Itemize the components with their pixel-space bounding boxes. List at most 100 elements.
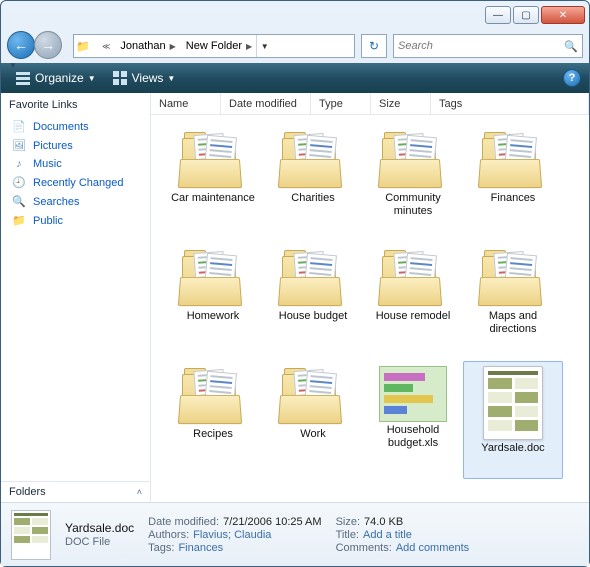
- details-authors[interactable]: Flavius; Claudia: [193, 529, 271, 541]
- nav-row: ← → ▼ 📁 ≪ Jonathan▶ New Folder▶ ▼ ↻ Sear…: [1, 29, 589, 63]
- sidebar-item-documents[interactable]: 📄Documents: [1, 117, 150, 136]
- chevron-up-icon: ˄: [137, 487, 142, 497]
- folder-icon: [179, 248, 247, 308]
- details-thumbnail: [11, 510, 51, 560]
- details-comments[interactable]: Add comments: [396, 542, 469, 554]
- doc-icon: [483, 366, 543, 440]
- folder-icon: [479, 130, 547, 190]
- col-date[interactable]: Date modified: [221, 93, 311, 114]
- body: Favorite Links 📄Documents 🖼Pictures ♪Mus…: [1, 93, 589, 502]
- titlebar: — ▢ ✕: [1, 1, 589, 29]
- xls-icon: [379, 366, 447, 422]
- sidebar-item-recent[interactable]: 🕘Recently Changed: [1, 173, 150, 192]
- file-name: House remodel: [376, 310, 451, 323]
- file-name: Homework: [187, 310, 240, 323]
- minimize-button[interactable]: —: [485, 6, 511, 24]
- folder-icon: [379, 130, 447, 190]
- col-tags[interactable]: Tags: [431, 93, 589, 114]
- folders-toggle[interactable]: Folders ˄: [1, 481, 150, 502]
- details-tags[interactable]: Finances: [178, 542, 223, 554]
- public-icon: 📁: [11, 214, 27, 227]
- sidebar-item-searches[interactable]: 🔍Searches: [1, 192, 150, 211]
- nav-buttons: ← → ▼: [7, 31, 67, 61]
- organize-icon: [15, 70, 31, 86]
- sidebar-item-public[interactable]: 📁Public: [1, 211, 150, 230]
- forward-button[interactable]: →: [34, 31, 62, 59]
- search-placeholder: Search: [398, 40, 433, 52]
- views-button[interactable]: Views▼: [106, 68, 182, 88]
- search-icon: 🔍: [564, 40, 578, 53]
- folder-icon: [179, 366, 247, 426]
- file-name: Community minutes: [368, 192, 458, 217]
- file-name: Car maintenance: [171, 192, 255, 205]
- breadcrumb-new-folder[interactable]: New Folder▶: [180, 35, 256, 57]
- recent-icon: 🕘: [11, 176, 27, 189]
- file-name: Maps and directions: [468, 310, 558, 335]
- details-col-2: Size:74.0 KB Title:Add a title Comments:…: [336, 516, 470, 554]
- details-size: 74.0 KB: [364, 516, 403, 528]
- close-button[interactable]: ✕: [541, 6, 585, 24]
- details-filename: Yardsale.doc: [65, 521, 134, 535]
- main-panel: Name Date modified Type Size Tags Car ma…: [151, 93, 589, 502]
- file-item[interactable]: House budget: [263, 243, 363, 361]
- organize-button[interactable]: Organize▼: [9, 68, 102, 88]
- details-pane: Yardsale.doc DOC File Date modified:7/21…: [1, 502, 589, 566]
- file-item[interactable]: House remodel: [363, 243, 463, 361]
- file-name: Yardsale.doc: [481, 442, 544, 455]
- file-item[interactable]: Work: [263, 361, 363, 479]
- file-grid[interactable]: Car maintenance Charities Community minute…: [151, 115, 589, 502]
- folder-icon: 📁: [74, 40, 92, 53]
- toolbar: Organize▼ Views▼ ?: [1, 63, 589, 93]
- details-title[interactable]: Add a title: [363, 529, 412, 541]
- file-name: Finances: [491, 192, 536, 205]
- sidebar-item-music[interactable]: ♪Music: [1, 155, 150, 173]
- sidebar-items: 📄Documents 🖼Pictures ♪Music 🕘Recently Ch…: [1, 115, 150, 232]
- search-box[interactable]: Search 🔍: [393, 34, 583, 58]
- searches-icon: 🔍: [11, 195, 27, 208]
- col-name[interactable]: Name: [151, 93, 221, 114]
- folder-icon: [279, 130, 347, 190]
- file-item[interactable]: Homework: [163, 243, 263, 361]
- folder-icon: [479, 248, 547, 308]
- file-item[interactable]: Community minutes: [363, 125, 463, 243]
- col-size[interactable]: Size: [371, 93, 431, 114]
- address-bar[interactable]: 📁 ≪ Jonathan▶ New Folder▶ ▼: [73, 34, 355, 58]
- file-name: House budget: [279, 310, 348, 323]
- maximize-button[interactable]: ▢: [513, 6, 539, 24]
- nav-history-dropdown[interactable]: ▼: [9, 61, 17, 70]
- column-headers: Name Date modified Type Size Tags: [151, 93, 589, 115]
- sidebar-item-pictures[interactable]: 🖼Pictures: [1, 136, 150, 155]
- details-col-1: Date modified:7/21/2006 10:25 AM Authors…: [148, 516, 321, 554]
- file-name: Charities: [291, 192, 334, 205]
- col-type[interactable]: Type: [311, 93, 371, 114]
- back-button[interactable]: ←: [7, 31, 35, 59]
- folder-icon: [279, 366, 347, 426]
- file-item[interactable]: Finances: [463, 125, 563, 243]
- file-item[interactable]: Household budget.xls: [363, 361, 463, 479]
- details-filetype: DOC File: [65, 536, 134, 548]
- sidebar-heading: Favorite Links: [1, 93, 150, 115]
- address-dropdown[interactable]: ▼: [256, 35, 272, 57]
- breadcrumb-jonathan[interactable]: Jonathan▶: [114, 35, 179, 57]
- file-name: Recipes: [193, 428, 233, 441]
- views-icon: [112, 70, 128, 86]
- file-item[interactable]: Maps and directions: [463, 243, 563, 361]
- help-button[interactable]: ?: [563, 69, 581, 87]
- explorer-window: — ▢ ✕ ← → ▼ 📁 ≪ Jonathan▶ New Folder▶ ▼ …: [0, 0, 590, 567]
- folder-icon: [279, 248, 347, 308]
- file-item[interactable]: Recipes: [163, 361, 263, 479]
- file-name: Work: [300, 428, 325, 441]
- folder-icon: [179, 130, 247, 190]
- refresh-button[interactable]: ↻: [361, 34, 387, 58]
- details-name-group: Yardsale.doc DOC File: [65, 521, 134, 548]
- folder-icon: [379, 248, 447, 308]
- breadcrumb-root-arrow[interactable]: ≪: [92, 35, 114, 57]
- file-name: Household budget.xls: [368, 424, 458, 449]
- sidebar: Favorite Links 📄Documents 🖼Pictures ♪Mus…: [1, 93, 151, 502]
- documents-icon: 📄: [11, 120, 27, 133]
- file-item[interactable]: Charities: [263, 125, 363, 243]
- music-icon: ♪: [11, 158, 27, 170]
- file-item[interactable]: Yardsale.doc: [463, 361, 563, 479]
- details-date: 7/21/2006 10:25 AM: [223, 516, 321, 528]
- file-item[interactable]: Car maintenance: [163, 125, 263, 243]
